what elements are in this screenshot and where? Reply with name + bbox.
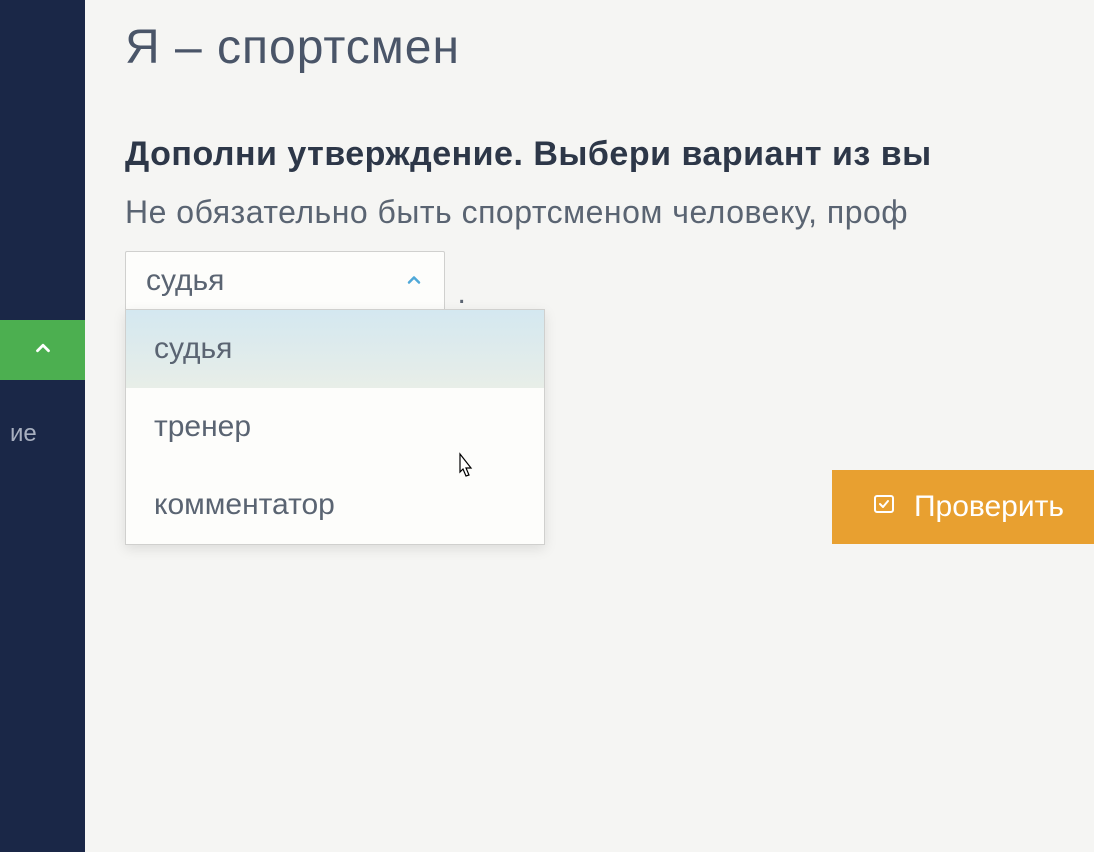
sidebar-item-label-cut: ие	[0, 420, 37, 448]
dropdown-option[interactable]: судья	[126, 310, 544, 388]
task-sentence: Не обязательно быть спортсменом человеку…	[125, 194, 1054, 231]
dropdown-list: судья тренер комментатор	[125, 309, 545, 545]
check-icon	[872, 490, 896, 524]
page-title: Я – спортсмен	[125, 20, 1054, 75]
check-button-label: Проверить	[914, 490, 1064, 524]
sidebar: ие	[0, 0, 85, 852]
dropdown-option[interactable]: комментатор	[126, 466, 544, 544]
task-instruction: Дополни утверждение. Выбери вариант из в…	[125, 135, 1054, 174]
dropdown-option[interactable]: тренер	[126, 388, 544, 466]
dropdown-selected-label: судья	[146, 264, 224, 298]
answer-dropdown: судья . судья тренер комментатор	[125, 251, 466, 311]
main-content: Я – спортсмен Дополни утверждение. Выбер…	[85, 0, 1094, 852]
sentence-period: .	[457, 277, 465, 311]
chevron-up-icon	[404, 264, 424, 298]
check-button[interactable]: Проверить	[832, 470, 1094, 544]
dropdown-selected[interactable]: судья	[125, 251, 445, 311]
sidebar-collapse-button[interactable]	[0, 320, 85, 380]
chevron-up-icon	[32, 337, 54, 364]
